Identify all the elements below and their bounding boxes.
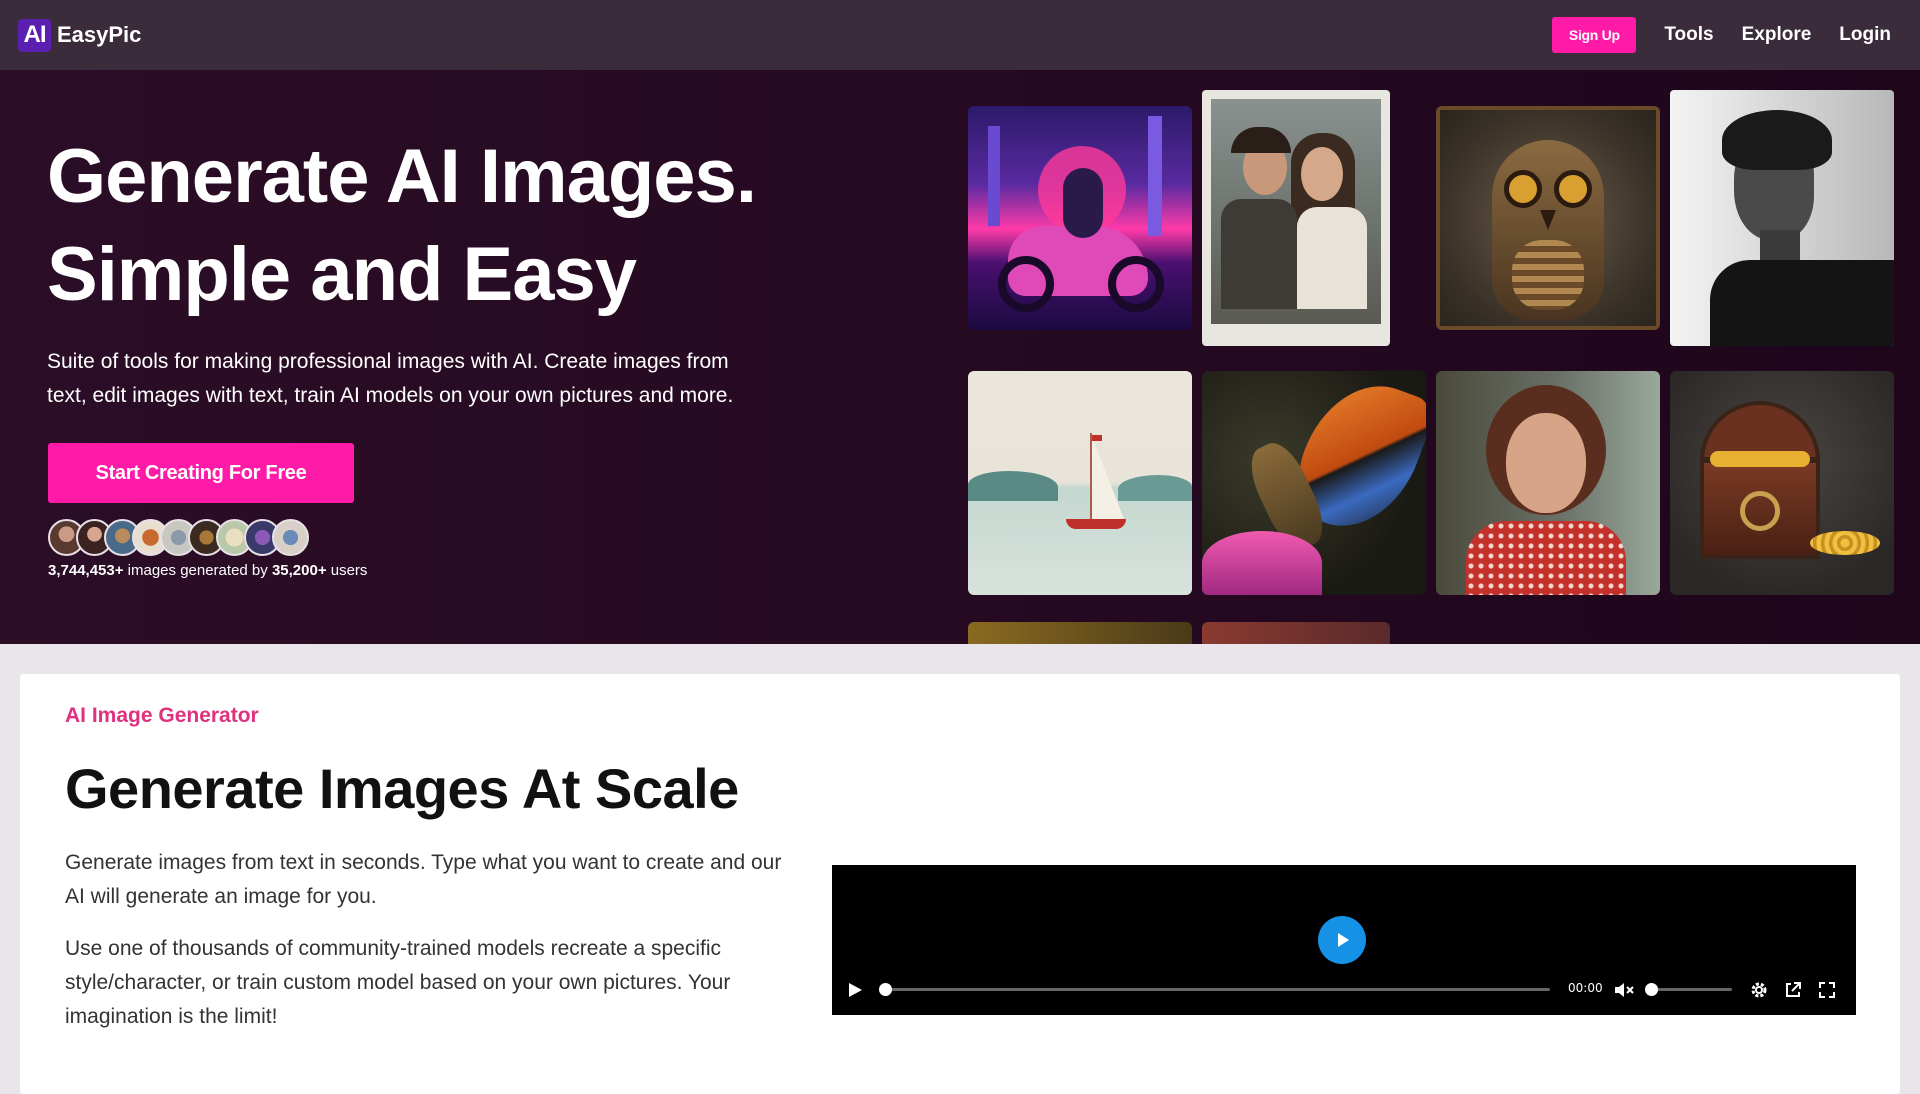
hero-title-line-1: Generate AI Images. [47, 134, 757, 219]
woman-portrait-image [1436, 371, 1660, 595]
hero-title-line-2: Simple and Easy [47, 232, 637, 317]
big-play-button[interactable] [1318, 916, 1366, 964]
hero-subtitle: Suite of tools for making professional i… [47, 345, 807, 413]
hero-section: Generate AI Images. Simple and Easy Suit… [0, 70, 1920, 644]
user-avatars [48, 519, 309, 556]
popout-button[interactable] [1784, 981, 1802, 1004]
mute-button[interactable] [1614, 981, 1634, 1004]
nav-link-login[interactable]: Login [1839, 24, 1891, 46]
images-count: 3,744,453+ [48, 562, 124, 579]
section-paragraph-2: Use one of thousands of community-traine… [65, 937, 731, 1028]
fullscreen-icon [1819, 982, 1835, 998]
butterfly-image [1202, 371, 1426, 595]
seek-bar[interactable] [882, 988, 1550, 991]
volume-slider[interactable] [1648, 988, 1732, 991]
gallery-image-partial [1202, 622, 1390, 644]
stats-mid-text: images generated by [123, 562, 272, 579]
bw-profile-portrait-image [1670, 90, 1894, 346]
play-icon [1338, 933, 1349, 947]
image-generator-section: AI Image Generator Generate Images At Sc… [20, 674, 1900, 1094]
avatar [272, 519, 309, 556]
neon-motorcycle-image [968, 106, 1192, 330]
hero-subtitle-line-2: text, edit images with text, train AI mo… [47, 384, 734, 407]
volume-thumb[interactable] [1645, 983, 1658, 996]
section-eyebrow: AI Image Generator [65, 704, 259, 727]
seek-thumb[interactable] [879, 983, 892, 996]
stats-tail-text: users [326, 562, 368, 579]
gallery-image-partial [968, 622, 1192, 644]
nav-link-tools[interactable]: Tools [1664, 24, 1713, 46]
hero-title: Generate AI Images. Simple and Easy [47, 128, 757, 324]
sailboat-image [968, 371, 1192, 595]
nav-links: Sign Up Tools Explore Login [1552, 17, 1891, 53]
couple-portrait-image [1202, 90, 1390, 346]
treasure-chest-image [1670, 371, 1894, 595]
top-navbar: AI EasyPic Sign Up Tools Explore Login [0, 0, 1920, 70]
sign-up-button[interactable]: Sign Up [1552, 17, 1637, 53]
settings-button[interactable] [1750, 981, 1768, 1004]
start-creating-button[interactable]: Start Creating For Free [48, 443, 354, 503]
usage-stats: 3,744,453+ images generated by 35,200+ u… [48, 562, 367, 579]
section-title: Generate Images At Scale [65, 757, 739, 820]
nav-link-explore[interactable]: Explore [1742, 24, 1812, 46]
brand-logo[interactable]: AI EasyPic [18, 18, 142, 52]
hero-subtitle-line-1: Suite of tools for making professional i… [47, 350, 729, 373]
demo-video-player[interactable]: 00:00 [832, 865, 1856, 1015]
current-time: 00:00 [1568, 981, 1603, 995]
section-paragraph-1: Generate images from text in seconds. Ty… [65, 851, 782, 908]
ai-logo-mark: AI [18, 18, 51, 52]
brand-name: EasyPic [57, 22, 142, 47]
external-link-icon [1786, 982, 1801, 997]
fullscreen-button[interactable] [1818, 981, 1836, 1004]
gear-icon [1751, 982, 1767, 998]
play-icon [849, 983, 862, 997]
mechanical-owl-image [1436, 106, 1660, 330]
play-control-button[interactable] [846, 981, 864, 1004]
muted-speaker-icon [1615, 983, 1634, 997]
users-count: 35,200+ [271, 562, 327, 579]
